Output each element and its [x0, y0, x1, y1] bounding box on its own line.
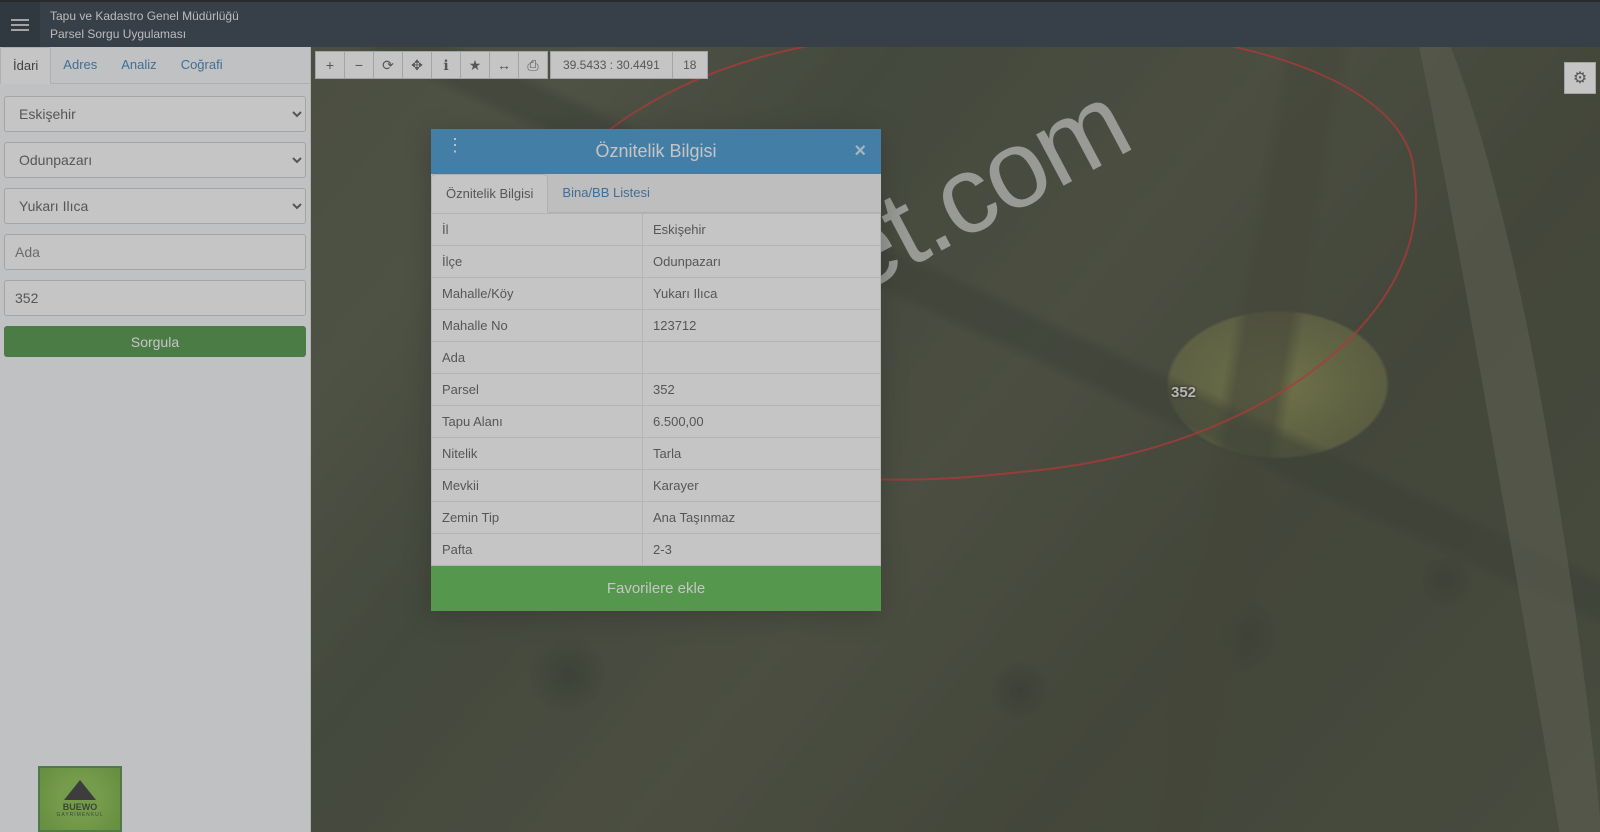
dim-overlay	[0, 0, 1600, 832]
